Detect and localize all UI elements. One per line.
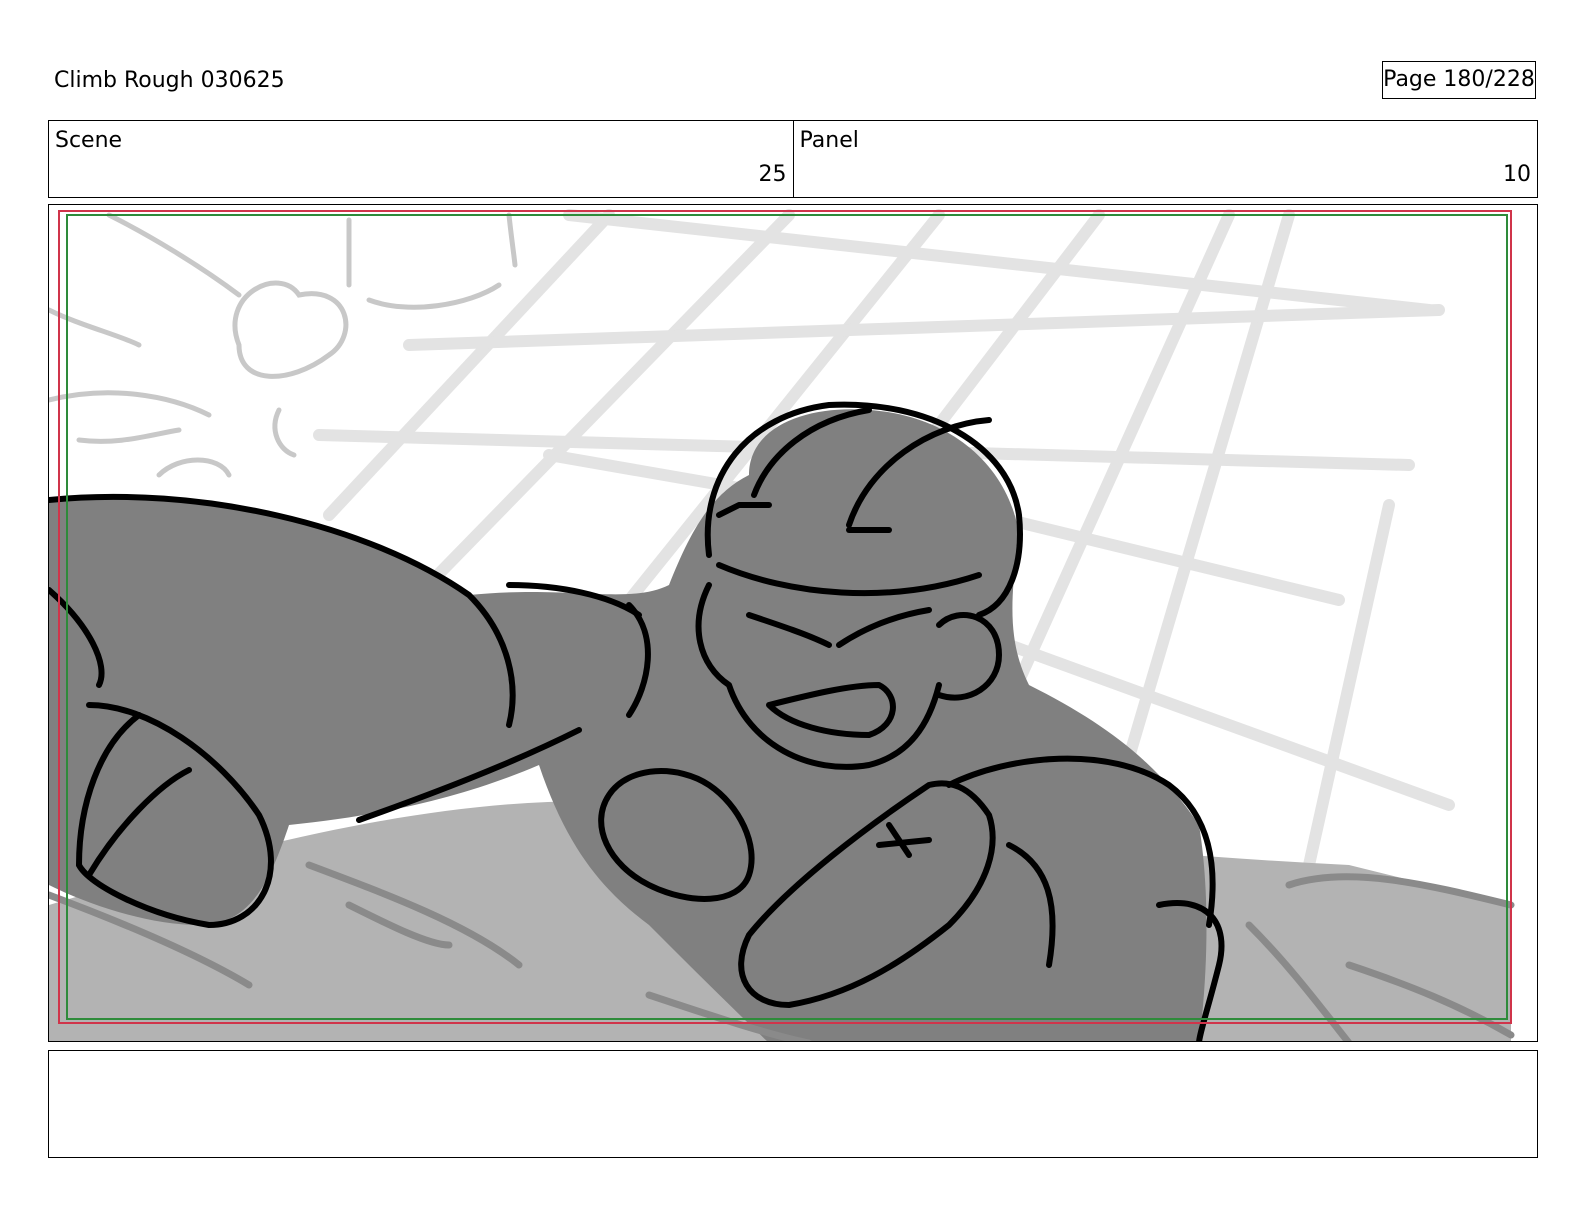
scene-number: 25	[758, 162, 787, 187]
page-number-box: Page 180/228	[1382, 61, 1536, 99]
scene-cell: Scene 25	[49, 121, 793, 197]
panel-number: 10	[1503, 162, 1531, 187]
document-title: Climb Rough 030625	[54, 68, 285, 93]
storyboard-sketch	[49, 205, 1537, 1041]
scene-panel-info-row: Scene 25 Panel 10	[48, 120, 1538, 198]
panel-label: Panel	[799, 128, 859, 153]
panel-cell: Panel 10	[792, 121, 1538, 197]
notes-box[interactable]	[48, 1050, 1538, 1158]
storyboard-panel	[48, 204, 1538, 1042]
scene-label: Scene	[55, 128, 123, 153]
